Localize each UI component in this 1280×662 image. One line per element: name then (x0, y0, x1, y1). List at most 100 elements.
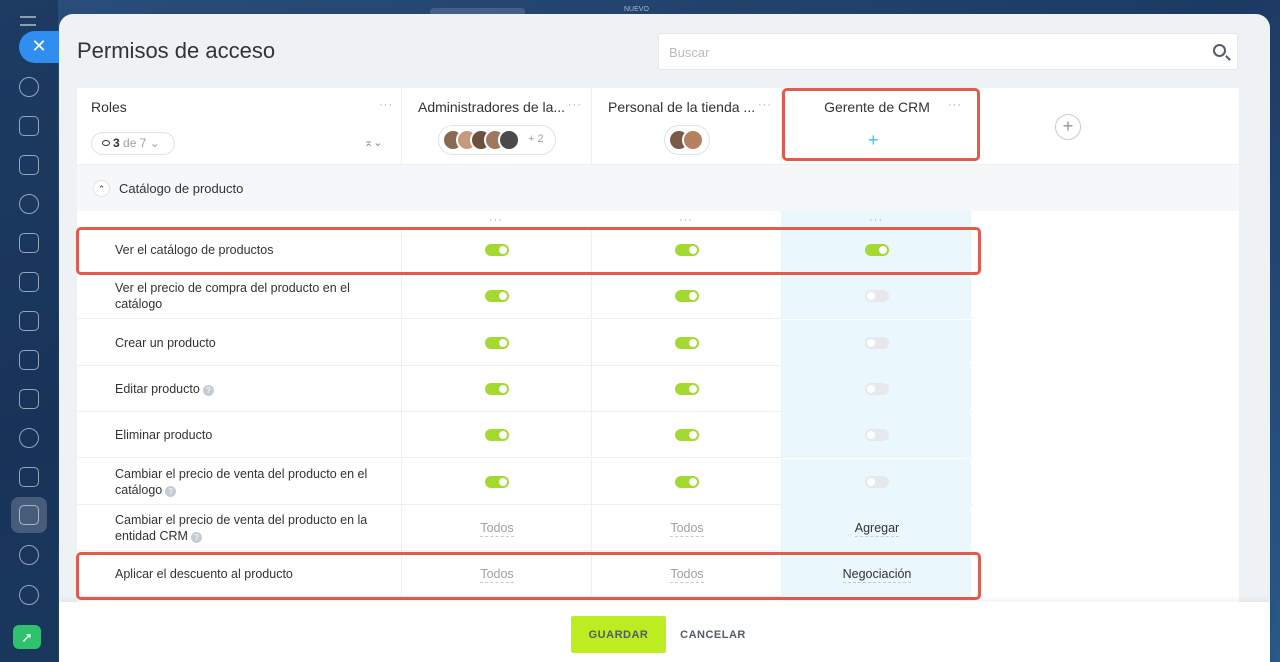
permission-value-text: Todos (670, 567, 704, 584)
permission-toggle[interactable] (675, 429, 699, 442)
permission-label: Ver el precio de compra del producto en … (115, 280, 375, 312)
permission-cell (781, 319, 971, 366)
collapse-expand-icon[interactable]: ⌅⌄ (364, 136, 382, 149)
calendar-icon[interactable] (19, 233, 39, 253)
permission-toggle[interactable] (865, 336, 889, 349)
permission-label: Cambiar el precio de venta del producto … (115, 466, 375, 498)
avatar-group[interactable]: + 2 (438, 125, 556, 155)
table-row: Eliminar producto (77, 412, 973, 459)
permission-value-select[interactable]: Negociación (782, 567, 972, 584)
table-header: Roles ··· 3 de 7 ⌄ ⌅⌄ Administradores de… (77, 88, 1239, 165)
search-input[interactable] (669, 43, 1189, 61)
column-menu-icon[interactable]: ··· (948, 100, 962, 111)
permission-value-select[interactable]: Todos (592, 520, 782, 537)
chat-icon[interactable] (19, 77, 39, 97)
help-icon[interactable]: ? (190, 531, 202, 543)
menu-icon[interactable] (20, 16, 36, 26)
feed-icon[interactable] (19, 155, 39, 175)
permission-label-text: Cambiar el precio de venta del producto … (115, 466, 368, 497)
column-admins: Administradores de la... ··· + 2 (401, 88, 591, 165)
close-panel-button[interactable]: ✕ (19, 31, 59, 63)
permission-toggle[interactable] (865, 429, 889, 442)
column-menu-icon[interactable]: ··· (568, 100, 582, 111)
add-role-button[interactable]: + (1055, 114, 1081, 140)
permission-label: Editar producto? (115, 381, 375, 397)
avatar (682, 129, 704, 151)
presentation-icon[interactable] (19, 311, 39, 331)
permission-cell (401, 458, 591, 505)
table-row: Cambiar el precio de venta del producto … (77, 458, 973, 505)
chevron-down-icon: ⌄ (149, 136, 160, 150)
permission-label-text: Ver el catálogo de productos (115, 243, 274, 257)
page-title: Permisos de acceso (77, 38, 276, 63)
help-icon[interactable]: ? (165, 485, 177, 497)
eye-icon (102, 140, 110, 146)
permission-toggle[interactable] (865, 244, 889, 256)
footer-bar: GUARDAR CANCELAR (59, 602, 1270, 662)
permission-toggle[interactable] (675, 290, 699, 303)
card-icon[interactable] (19, 350, 39, 370)
column-actions-icon[interactable]: ··· (869, 215, 883, 226)
permission-label: Aplicar el descuento al producto (115, 566, 375, 582)
permission-toggle[interactable] (675, 382, 699, 395)
column-actions-row: ··· ··· ··· (77, 211, 1239, 227)
permission-value-select[interactable]: Agregar (782, 520, 972, 537)
permission-toggle[interactable] (485, 475, 509, 488)
column-title: Gerente de CRM (824, 99, 930, 115)
gear-icon[interactable] (19, 585, 39, 605)
add-member-icon[interactable]: + (868, 130, 879, 151)
permission-cell (781, 458, 971, 505)
section-row[interactable]: ⌃ Catálogo de producto (77, 165, 1239, 211)
permission-cell (591, 319, 781, 366)
settings-hex-icon[interactable] (19, 194, 39, 214)
save-button[interactable]: GUARDAR (571, 616, 666, 653)
filter-icon[interactable] (19, 505, 39, 525)
column-actions-icon[interactable]: ··· (489, 215, 503, 226)
avatar-group[interactable] (664, 125, 710, 155)
search-box[interactable] (658, 33, 1238, 70)
search-icon[interactable] (1213, 44, 1226, 57)
rocket-icon[interactable]: ➚ (13, 625, 41, 649)
mail-icon[interactable] (19, 389, 39, 409)
comments-icon[interactable] (19, 116, 39, 136)
permissions-panel: Permisos de acceso Roles ··· 3 de 7 ⌄ ⌅⌄… (59, 14, 1270, 662)
table-row: Crear un producto (77, 319, 973, 366)
permission-value-text: Todos (480, 567, 514, 584)
roles-count: 3 (113, 136, 120, 150)
permission-toggle[interactable] (865, 382, 889, 395)
column-menu-icon[interactable]: ··· (758, 100, 772, 111)
permission-label: Ver el catálogo de productos (115, 242, 375, 258)
cancel-button[interactable]: CANCELAR (673, 616, 753, 653)
permission-toggle[interactable] (865, 475, 889, 488)
column-actions-icon[interactable]: ··· (679, 215, 693, 226)
permission-toggle[interactable] (675, 244, 699, 256)
permission-value-select[interactable]: Todos (592, 567, 782, 584)
help-icon[interactable]: ? (202, 384, 214, 396)
tasks-icon[interactable] (19, 467, 39, 487)
column-crm-manager: Gerente de CRM ··· + (781, 88, 971, 165)
avatar-more-count: + 2 (528, 133, 544, 145)
permission-toggle[interactable] (485, 290, 509, 303)
permission-toggle[interactable] (675, 336, 699, 349)
permission-cell (591, 227, 781, 273)
permission-cell (591, 365, 781, 412)
robot-icon[interactable] (19, 545, 39, 565)
permission-toggle[interactable] (485, 244, 509, 256)
permission-toggle[interactable] (485, 336, 509, 349)
document-icon[interactable] (19, 272, 39, 292)
roles-visibility-selector[interactable]: 3 de 7 ⌄ (91, 132, 175, 155)
permission-value-select[interactable]: Todos (402, 520, 592, 537)
chevron-up-icon[interactable]: ⌃ (93, 180, 110, 197)
roles-menu-icon[interactable]: ··· (379, 100, 393, 111)
permission-cell (781, 365, 971, 412)
table-row: Editar producto? (77, 365, 973, 412)
permission-label-text: Ver el precio de compra del producto en … (115, 281, 350, 312)
permission-value-select[interactable]: Todos (402, 567, 592, 584)
permission-label-text: Aplicar el descuento al producto (115, 567, 293, 582)
permission-toggle[interactable] (865, 290, 889, 303)
permission-toggle[interactable] (485, 429, 509, 442)
users-icon[interactable] (19, 428, 39, 448)
permission-cell (591, 273, 781, 320)
permission-toggle[interactable] (675, 475, 699, 488)
permission-toggle[interactable] (485, 382, 509, 395)
